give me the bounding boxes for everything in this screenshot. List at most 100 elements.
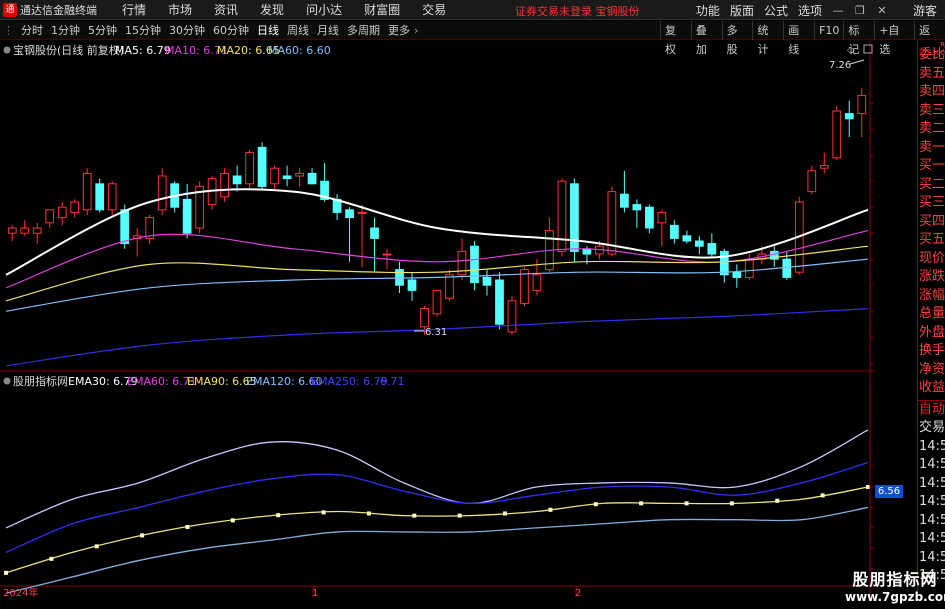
main-chart-title: 宝钢股份(日线 前复权) [13, 43, 124, 57]
candle-body-down [470, 245, 479, 284]
price-annotations: 7.26 6.31 [414, 59, 865, 338]
ema90-marker [230, 518, 235, 523]
period-5min[interactable]: 5分钟 [84, 21, 121, 40]
ema90-marker [866, 485, 870, 489]
field-net-asset: 净资 [919, 361, 945, 377]
sub-indicator-ema250: EMA250: 6.79 [311, 375, 388, 388]
rank-badge[interactable]: R 300 [932, 41, 945, 57]
tool-diejia[interactable]: 叠加 [690, 21, 722, 56]
period-multi[interactable]: 多周期 [343, 21, 384, 40]
period-monthly[interactable]: 月线 [313, 21, 343, 40]
title-right-menu: 功能 版面 公式 选项 — ❐ ✕ 游客 [691, 0, 945, 20]
ema-line-ema90 [5, 486, 869, 574]
candle-body-up [32, 227, 42, 234]
menu-item-zixun[interactable]: 资讯 [214, 1, 238, 18]
candle-body-down [307, 172, 317, 185]
menu-item-gongshi[interactable]: 公式 [764, 2, 788, 19]
period-daily[interactable]: 日线 [253, 21, 283, 40]
chart-area[interactable]: 7.207.107.006.906.806.706.606.506.406.30… [0, 41, 899, 599]
candle-body-up [82, 172, 92, 211]
sub-current-value-badge: 6.56 [875, 485, 903, 498]
period-15min[interactable]: 15分钟 [121, 21, 165, 40]
menu-item-banmian[interactable]: 版面 [730, 2, 754, 19]
candle-body-up [70, 201, 80, 213]
period-toolbar: ⋮ 分时 1分钟 5分钟 15分钟 30分钟 60分钟 日线 周线 月线 多周期… [0, 21, 945, 56]
trade-ticks: 自动 交易 14:56 14:56 14:56 14:56 14:56 14:5… [918, 399, 945, 586]
sub-indicator-extra: 6.71 [380, 375, 405, 388]
window-small-icon[interactable] [863, 44, 873, 54]
login-notice[interactable]: 证券交易未登录 宝钢股份 [515, 3, 640, 19]
field-volume: 总量 [919, 306, 945, 321]
field-sell2: 卖二 [919, 121, 945, 136]
menu-item-faxian[interactable]: 发现 [260, 1, 284, 18]
candle-body-down [645, 206, 654, 229]
menu-item-shichang[interactable]: 市场 [168, 1, 192, 18]
candle-body-up [382, 253, 392, 256]
candle-body-up [20, 227, 30, 234]
period-weekly[interactable]: 周线 [283, 21, 313, 40]
candle-body-down [182, 198, 192, 234]
period-1min[interactable]: 1分钟 [47, 21, 84, 40]
diamond-icon[interactable]: ◇ [847, 45, 855, 56]
ema90-marker [729, 501, 734, 506]
ema90-marker [321, 510, 326, 515]
candle-body-down [232, 175, 242, 185]
tick-auto[interactable]: 自动 [918, 401, 945, 420]
app-logo-icon: 通 [3, 2, 17, 17]
tool-f10[interactable]: F10 [814, 21, 843, 40]
toolbar-handle-icon: ⋮ [3, 23, 14, 37]
sub-current-value: 6.56 [877, 486, 901, 497]
candle-body-up [245, 152, 254, 185]
minimize-icon[interactable]: — [829, 4, 847, 17]
tick-trade[interactable]: 交易 [918, 419, 945, 438]
main-chart[interactable] [5, 87, 869, 367]
sub-indicator-toggle-icon[interactable] [3, 377, 11, 385]
candle-body-down [345, 209, 354, 219]
tool-duogu[interactable]: 多股 [721, 21, 753, 56]
tool-biaoji[interactable]: 标记 [843, 21, 874, 56]
candle-body-down [482, 276, 492, 286]
restore-icon[interactable]: ❐ [851, 4, 869, 17]
candle-body-up [420, 308, 429, 328]
chart-canvas[interactable]: 7.207.107.006.906.806.706.606.506.406.30… [0, 41, 899, 599]
candle-body-down [120, 209, 130, 245]
guest-label[interactable]: 游客 [913, 2, 937, 19]
close-icon[interactable]: ✕ [873, 4, 891, 17]
main-menu: 行情 市场 资讯 发现 问小达 财富圈 交易 [111, 1, 457, 18]
main-indicator-ma5: MA5: 6.79 [115, 44, 171, 57]
candle-body-down [719, 250, 729, 276]
menu-item-caifuquan[interactable]: 财富圈 [364, 1, 400, 18]
period-more[interactable]: 更多 [384, 21, 414, 40]
field-sell1: 卖一 [919, 139, 945, 155]
high-price-pointer [849, 59, 865, 65]
period-30min[interactable]: 30分钟 [165, 21, 209, 40]
candle-body-down [782, 258, 792, 278]
chevron-right-icon[interactable]: › [414, 24, 418, 37]
tool-back[interactable]: 返回 [914, 21, 945, 56]
tool-huaxian[interactable]: 画线 [783, 21, 814, 56]
period-60min[interactable]: 60分钟 [209, 21, 253, 40]
menu-item-jiaoyi[interactable]: 交易 [422, 1, 446, 18]
candle-body-down [620, 193, 629, 208]
tool-fuquan[interactable]: 复权 [660, 21, 691, 56]
field-buy3: 买三 [919, 195, 945, 210]
menu-item-wenxiaoda[interactable]: 问小达 [306, 1, 342, 18]
sub-chart[interactable] [4, 429, 870, 594]
ema90-marker [412, 513, 417, 518]
candle-body-up [57, 206, 67, 219]
ema90-marker [276, 513, 281, 518]
main-indicator-toggle-icon[interactable] [3, 46, 11, 54]
field-sell3: 卖三 [919, 102, 945, 118]
tool-add-watchlist[interactable]: +自选 [874, 21, 914, 56]
period-fenshi[interactable]: 分时 [17, 21, 47, 40]
menu-item-xuanxiang[interactable]: 选项 [798, 2, 822, 19]
ema90-marker [639, 501, 644, 506]
menu-item-hangqing[interactable]: 行情 [122, 1, 146, 18]
tool-tongji[interactable]: 统计 [752, 21, 783, 56]
watermark: 股朋指标网 www.7gpzb.com [845, 566, 945, 606]
menu-item-gongneng[interactable]: 功能 [696, 2, 720, 19]
x-axis-label-2024: 2024年 [3, 586, 38, 597]
candle-body-down [282, 175, 292, 180]
candle-body-down [844, 113, 854, 120]
candle-body-up [807, 170, 817, 193]
